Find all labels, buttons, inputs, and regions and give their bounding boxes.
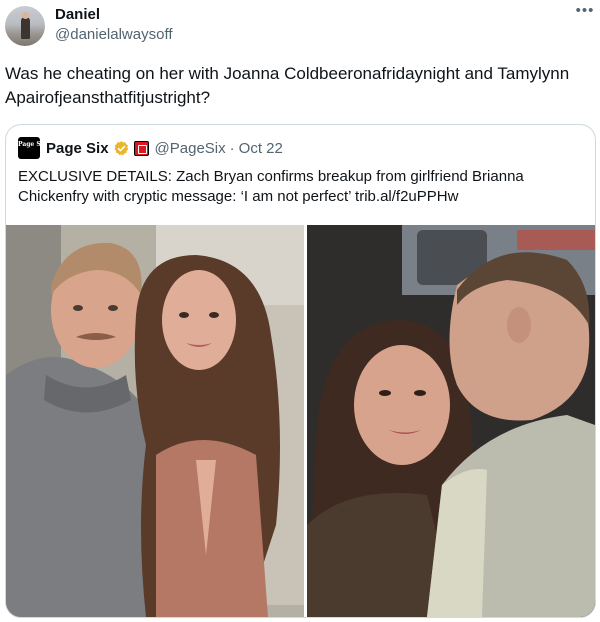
couple-kiss-illustration [307, 225, 595, 617]
tweet[interactable]: Daniel @danielalwaysoff ••• Was he cheat… [0, 0, 600, 622]
couple-portrait-photo[interactable] [6, 225, 306, 617]
avatar-figure [21, 17, 30, 39]
author-handle[interactable]: @danielalwaysoff [55, 25, 173, 44]
avatar[interactable] [5, 6, 45, 46]
couple-kiss-selfie-photo[interactable] [307, 225, 595, 617]
quoted-author-name[interactable]: Page Six [46, 140, 109, 157]
quoted-tweet[interactable]: Page Six Page Six @PageSix · Oct 22 EXCL… [5, 124, 596, 618]
meta-separator: · [229, 139, 235, 157]
page-six-logo-avatar[interactable]: Page Six [18, 137, 47, 159]
quoted-media[interactable] [6, 225, 595, 617]
couple-portrait-illustration [6, 225, 306, 617]
tweet-text: Was he cheating on her with Joanna Coldb… [5, 64, 570, 107]
quoted-tweet-text: EXCLUSIVE DETAILS: Zach Bryan confirms b… [18, 168, 524, 205]
gold-verified-icon [114, 140, 128, 155]
quoted-tweet-header: Page Six Page Six @PageSix · Oct 22 [18, 137, 283, 159]
more-icon[interactable]: ••• [575, 3, 595, 18]
affiliate-badge-icon [133, 140, 149, 156]
author-display-name[interactable]: Daniel [55, 5, 100, 24]
quoted-handle[interactable]: @PageSix [155, 140, 226, 157]
avatar-head [22, 12, 29, 19]
quoted-date[interactable]: Oct 22 [239, 140, 283, 157]
